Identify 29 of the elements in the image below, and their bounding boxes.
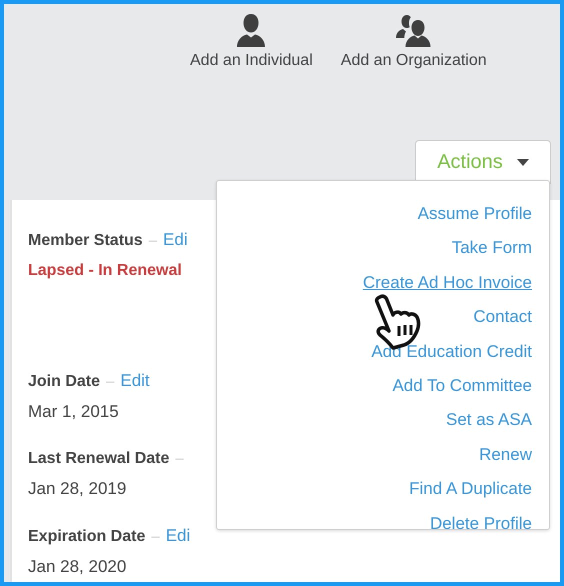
- edit-link[interactable]: Edi: [166, 521, 190, 551]
- separator-dash: –: [106, 372, 114, 392]
- menu-item[interactable]: Assume Profile: [418, 197, 532, 232]
- field-value: Jan 28, 2020: [28, 556, 126, 578]
- menu-item[interactable]: Find A Duplicate: [409, 472, 532, 507]
- people-icon[interactable]: [396, 12, 432, 48]
- field-label: Expiration Date: [28, 527, 146, 547]
- menu-item[interactable]: Take Form: [452, 231, 532, 266]
- field-label: Member Status: [28, 231, 143, 251]
- actions-dropdown-button[interactable]: Actions: [415, 140, 551, 184]
- menu-item[interactable]: Set as ASA: [446, 403, 532, 438]
- menu-item[interactable]: Contact: [473, 300, 532, 335]
- caret-icon: [516, 159, 529, 166]
- field-label: Join Date: [28, 372, 100, 392]
- menu-item[interactable]: Delete Profile: [430, 506, 532, 542]
- field-value: Lapsed - In Renewal: [28, 261, 182, 281]
- separator-dash: –: [175, 449, 184, 469]
- separator-dash: –: [148, 231, 158, 251]
- menu-item[interactable]: Renew: [479, 438, 532, 472]
- quick-action-link[interactable]: Add an Organization: [340, 52, 487, 70]
- edit-link[interactable]: Edit: [120, 366, 150, 396]
- menu-item[interactable]: Create Ad Hoc Invoice: [362, 266, 532, 300]
- field-value: Jan 28, 2019: [28, 478, 126, 500]
- edit-link[interactable]: Edi: [163, 225, 188, 255]
- field-value: Mar 1, 2015: [28, 401, 119, 423]
- quick-action-link[interactable]: Add an Individual: [190, 52, 313, 70]
- menu-item[interactable]: Add To Committee: [392, 369, 532, 404]
- separator-dash: –: [151, 527, 160, 547]
- field-label: Last Renewal Date: [28, 449, 170, 469]
